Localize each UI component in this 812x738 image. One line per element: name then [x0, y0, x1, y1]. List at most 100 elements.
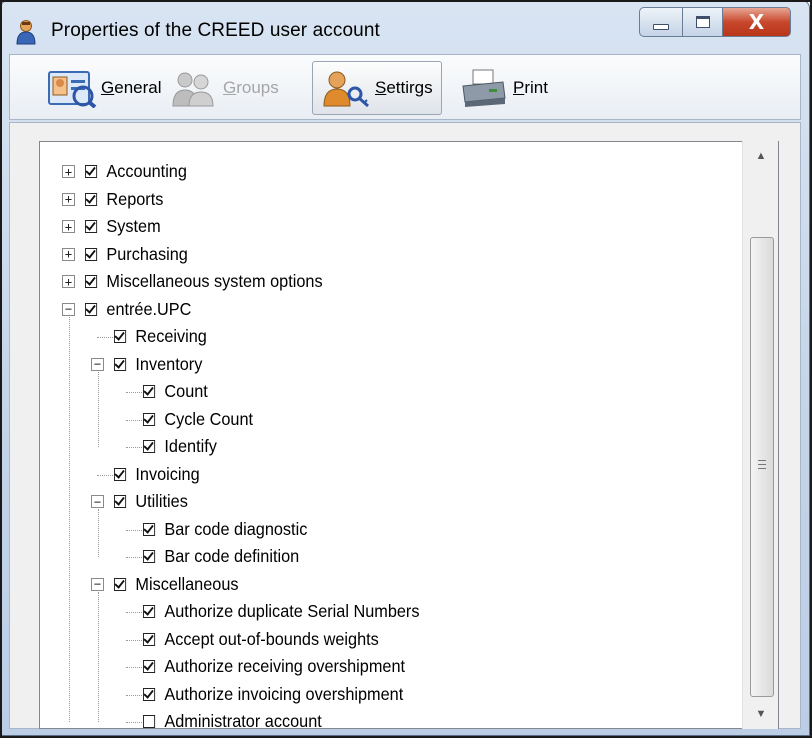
tree-item[interactable]: Accept out-of-bounds weights: [143, 626, 379, 653]
tree-guide-line: [98, 591, 99, 722]
expand-icon[interactable]: +: [62, 220, 75, 233]
tree-item[interactable]: Utilities: [114, 488, 188, 515]
tree-item-checkbox[interactable]: [114, 467, 127, 481]
tree-item-label: Cycle Count: [164, 408, 254, 429]
tree-item-checkbox[interactable]: [114, 495, 127, 508]
grip-line: [758, 468, 766, 469]
tree-connector: [126, 612, 144, 613]
tree-content: + Accounting + Reports + System + Purchasing + Mi…: [40, 142, 740, 728]
tree-item-checkbox[interactable]: [85, 275, 98, 288]
tree-connector: [126, 722, 144, 723]
tree-item[interactable]: Inventory: [114, 351, 202, 378]
tree-item-label: Purchasing: [106, 243, 188, 264]
tree-item-label: Bar code diagnostic: [164, 518, 308, 539]
tree-connector: [126, 392, 144, 393]
tree-item-label: Authorize duplicate Serial Numbers: [164, 601, 420, 621]
tree-connector: [126, 447, 144, 448]
expand-icon[interactable]: +: [62, 165, 75, 178]
tree-item[interactable]: Miscellaneous: [114, 571, 239, 598]
scroll-thumb[interactable]: [750, 237, 774, 697]
tree-item[interactable]: Authorize duplicate Serial Numbers: [143, 598, 420, 625]
expand-icon[interactable]: +: [62, 192, 75, 206]
tree-item-checkbox[interactable]: [143, 660, 156, 673]
tree-item-label: Count: [164, 381, 208, 401]
tree-item[interactable]: Purchasing: [85, 241, 188, 268]
tree-item-checkbox[interactable]: [143, 632, 156, 646]
tree-item[interactable]: Reports: [85, 186, 163, 213]
maximize-button[interactable]: [683, 7, 723, 37]
tree-item[interactable]: Invoicing: [114, 461, 200, 488]
tree-item[interactable]: Cycle Count: [143, 406, 253, 433]
collapse-icon[interactable]: −: [91, 495, 104, 508]
tree-item-checkbox[interactable]: [85, 165, 98, 178]
tree-item[interactable]: Bar code diagnostic: [143, 516, 307, 543]
tree-item-checkbox[interactable]: [85, 192, 98, 206]
close-button[interactable]: X: [723, 7, 791, 37]
grip-line: [758, 460, 766, 461]
collapse-icon[interactable]: −: [62, 302, 75, 316]
tree-item-checkbox[interactable]: [85, 220, 98, 233]
group-icon: [172, 72, 214, 107]
tree-item[interactable]: Accounting: [85, 158, 187, 185]
tree-item-label: Accept out-of-bounds weights: [164, 628, 379, 649]
minimize-button[interactable]: [639, 7, 683, 37]
settings-button[interactable]: Settirgs: [312, 61, 442, 115]
tree-item[interactable]: Count: [143, 378, 208, 405]
user-card-icon: [48, 71, 97, 108]
tree-item-checkbox[interactable]: [143, 715, 156, 728]
tree-item[interactable]: Identify: [143, 433, 217, 460]
tree-item[interactable]: Miscellaneous system options: [85, 268, 323, 295]
print-button[interactable]: Print: [458, 61, 549, 115]
tree-item[interactable]: Administrator account: [143, 708, 322, 729]
tree-item-checkbox[interactable]: [143, 385, 156, 398]
tree-guide-line: [98, 509, 99, 557]
user-key-icon: [323, 71, 369, 108]
groups-button[interactable]: Groups: [168, 61, 280, 115]
tree-item-label: Bar code definition: [164, 546, 300, 566]
tree-item[interactable]: Receiving: [114, 323, 207, 350]
scroll-down-button[interactable]: ▼: [743, 699, 779, 729]
tree-item-label: Administrator account: [164, 711, 322, 729]
tree-item-checkbox[interactable]: [114, 330, 127, 343]
tree-item-label: Authorize invoicing overshipment: [164, 683, 404, 704]
vertical-scrollbar[interactable]: ▲ ▼: [742, 141, 778, 729]
tree-item[interactable]: Authorize invoicing overshipment: [143, 681, 403, 708]
tree-item-label: Identify: [164, 436, 217, 456]
tree-item-checkbox[interactable]: [143, 412, 156, 426]
collapse-icon[interactable]: −: [91, 357, 104, 371]
expand-icon[interactable]: +: [62, 247, 75, 261]
tree-item-checkbox[interactable]: [114, 357, 127, 371]
permissions-tree[interactable]: + Accounting + Reports + System + Purchasing + Mi…: [39, 141, 779, 729]
tree-item-checkbox[interactable]: [143, 605, 156, 618]
tree-item[interactable]: entrée.UPC: [85, 296, 191, 323]
title-bar[interactable]: Properties of the CREED user account X: [1, 1, 809, 51]
scroll-up-button[interactable]: ▲: [743, 141, 779, 171]
window-title: Properties of the CREED user account: [51, 20, 380, 41]
tree-item-label: Receiving: [135, 326, 207, 346]
general-label: General: [101, 78, 162, 97]
tree-item-checkbox[interactable]: [143, 687, 156, 701]
tree-item-checkbox[interactable]: [85, 302, 98, 316]
arrow-down-icon: ▼: [755, 708, 767, 720]
tree-connector: [126, 419, 144, 421]
minimize-icon: [653, 24, 669, 30]
tree-connector: [126, 667, 144, 668]
tree-item[interactable]: System: [85, 213, 161, 240]
tree-connector: [126, 529, 144, 531]
printer-icon: [462, 69, 506, 107]
tree-item-checkbox[interactable]: [114, 577, 127, 591]
collapse-icon[interactable]: −: [91, 577, 104, 591]
tree-item-checkbox[interactable]: [143, 550, 156, 563]
tree-item-checkbox[interactable]: [143, 522, 156, 536]
tree-item-label: Invoicing: [135, 463, 200, 484]
tree-item-checkbox[interactable]: [85, 247, 98, 261]
tree-item-checkbox[interactable]: [143, 440, 156, 453]
tree-item[interactable]: Bar code definition: [143, 543, 299, 570]
tree-connector: [126, 639, 144, 641]
tree-item-label: Utilities: [135, 491, 188, 511]
tree-connector: [126, 694, 144, 696]
maximize-icon: [695, 16, 710, 28]
tree-item[interactable]: Authorize receiving overshipment: [143, 653, 405, 680]
expand-icon[interactable]: +: [62, 275, 75, 288]
general-button[interactable]: General: [46, 61, 163, 115]
